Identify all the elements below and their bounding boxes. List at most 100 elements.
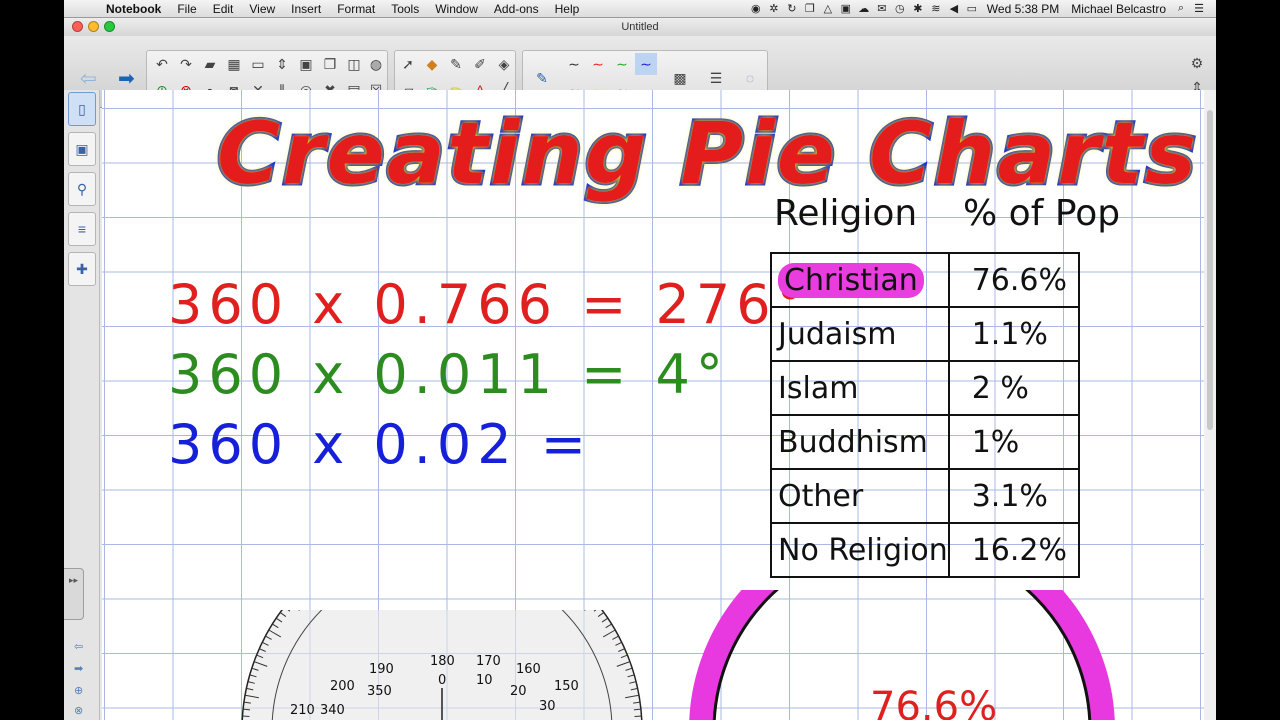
undo-icon[interactable]: ↶ [151,53,173,75]
mail-icon[interactable]: ✉ [873,2,891,15]
protractor-outer-label: 180 [430,654,455,669]
protractor-outer-label: 200 [330,679,355,694]
copy-status-icon[interactable]: ❐ [801,2,819,15]
time-machine-icon[interactable]: ◷ [891,2,909,15]
calculation-islam[interactable]: 360 x 0.02 = [168,418,592,472]
circle-percent-label: 76.6% [870,684,997,720]
protractor-inner-label: 20 [510,684,527,699]
pen-style-black-icon[interactable]: ∼ [563,53,585,75]
table-row: Other 3.1% [770,468,1080,524]
sidebar-back-arrow-icon[interactable]: ⇦ [74,640,83,653]
bluetooth-icon[interactable]: ✱ [909,2,927,15]
drive-icon[interactable]: △ [819,2,837,15]
vertical-scrollbar[interactable] [1204,90,1216,720]
protractor-inner-label: 10 [476,673,493,688]
religion-cell: Islam [770,360,950,416]
gear-status-icon[interactable]: ✲ [765,2,783,15]
menubar-clock[interactable]: Wed 5:38 PM [981,2,1065,16]
menu-add-ons[interactable]: Add-ons [486,2,547,16]
menu-view[interactable]: View [241,2,283,16]
fill-icon[interactable]: ◈ [493,53,515,75]
spotlight-search-icon[interactable]: ⌕ [1172,2,1190,15]
pen-icon[interactable]: ✎ [445,53,467,75]
pie-chart-circle[interactable]: 76.6% [662,590,1142,720]
religion-cell: Christian [778,262,924,298]
sidebar-delete-page-icon[interactable]: ⊗ [74,704,83,717]
window-title: Untitled [621,21,659,33]
table-header[interactable]: Religion % of Pop [774,196,1120,232]
menubar-user[interactable]: Michael Belcastro [1065,2,1172,16]
header-religion: Religion [774,193,918,234]
table-row: Islam 2 % [770,360,1080,416]
line-width-icon[interactable]: ☰ [705,67,727,89]
protractor-image[interactable]: 210 200 190 180 170 160 150 340 350 0 10… [232,610,652,720]
capture-icon[interactable]: ◫ [343,53,365,75]
religion-table[interactable]: Christian 76.6% Judaism 1.1% Islam 2 % B… [770,252,1080,578]
paste-icon[interactable]: ❐ [319,53,341,75]
record-icon[interactable]: ◉ [747,2,765,15]
pen-properties-icon[interactable]: ✎ [531,67,553,89]
page-sorter-icon[interactable]: ▯ [68,92,96,126]
header-percent-of-pop: % of Pop [963,193,1121,234]
menu-format[interactable]: Format [329,2,383,16]
open-folder-icon[interactable]: ▰ [199,53,221,75]
notebook-page[interactable]: Creating Pie Charts 360 x 0.766 = 276° 3… [102,90,1204,720]
pen-style-red-icon[interactable]: ∼ [587,53,609,75]
attachments-paperclip-icon[interactable]: ⚲ [68,172,96,206]
calculation-christian[interactable]: 360 x 0.766 = 276° [168,278,810,332]
scrollbar-thumb[interactable] [1207,110,1213,430]
sidebar-add-page-icon[interactable]: ⊕ [74,684,83,697]
redo-icon[interactable]: ↷ [175,53,197,75]
menu-app-name[interactable]: Notebook [98,2,169,16]
wifi-icon[interactable]: ≋ [927,2,945,15]
screen-shade-icon[interactable]: ▭ [247,53,269,75]
full-screen-icon[interactable]: ⇕ [271,53,293,75]
menu-window[interactable]: Window [427,2,486,16]
creative-pen-icon[interactable]: ✐ [469,53,491,75]
percent-cell: 2 % [947,360,1080,416]
gallery-tab-icon[interactable]: ▣ [68,132,96,166]
cloud-icon[interactable]: ☁ [855,2,873,15]
pen-style-green-icon[interactable]: ∼ [611,53,633,75]
percent-cell: 16.2% [947,522,1080,578]
protractor-inner-label: 350 [367,684,392,699]
sidebar-forward-arrow-icon[interactable]: ➡ [74,662,83,675]
notification-list-icon[interactable]: ☰ [1190,2,1208,15]
pen-style-blue-icon[interactable]: ∼ [635,53,657,75]
sidebar-collapse-handle[interactable]: ▸▸ [64,568,84,620]
gallery-icon[interactable]: ◍ [365,53,387,75]
menu-edit[interactable]: Edit [205,2,242,16]
close-window-button[interactable] [72,21,83,32]
left-sidebar: ▯ ▣ ⚲ ≡ ✚ ▸▸ ⇦ ➡ ⊕ ⊗ [64,90,100,720]
calculation-judaism[interactable]: 360 x 0.011 = 4° [168,348,729,402]
volume-icon[interactable]: ◀ [945,2,963,15]
percent-cell: 76.6% [947,252,1080,308]
table-row: Buddhism 1% [770,414,1080,470]
menu-file[interactable]: File [169,2,204,16]
menu-insert[interactable]: Insert [283,2,329,16]
menu-tools[interactable]: Tools [383,2,427,16]
screen-capture-icon[interactable]: ▣ [295,53,317,75]
color-palette-icon[interactable]: ▩ [669,67,691,89]
window-titlebar: Untitled [64,18,1216,36]
add-ons-puzzle-icon[interactable]: ✚ [68,252,96,286]
transparency-icon[interactable]: ◌ [739,67,761,89]
percent-cell: 1.1% [947,306,1080,362]
settings-gear-icon[interactable]: ⚙ [1186,52,1208,74]
zoom-window-button[interactable] [104,21,115,32]
previous-page-icon[interactable]: ⇦ [80,66,97,91]
mac-menubar: Notebook File Edit View Insert Format To… [64,0,1216,18]
select-pointer-icon[interactable]: ➚ [397,53,419,75]
religion-cell: Buddhism [770,414,950,470]
shapes-icon[interactable]: ◆ [421,53,443,75]
properties-icon[interactable]: ≡ [68,212,96,246]
protractor-inner-label: 340 [320,703,345,718]
app-status-icon[interactable]: ▣ [837,2,855,15]
menu-help[interactable]: Help [547,2,588,16]
battery-icon[interactable]: ▭ [963,2,981,15]
page-title[interactable]: Creating Pie Charts [214,102,1198,207]
minimize-window-button[interactable] [88,21,99,32]
insert-table-icon[interactable]: ▦ [223,53,245,75]
sync-icon[interactable]: ↻ [783,2,801,15]
next-page-icon[interactable]: ➡ [118,66,135,91]
